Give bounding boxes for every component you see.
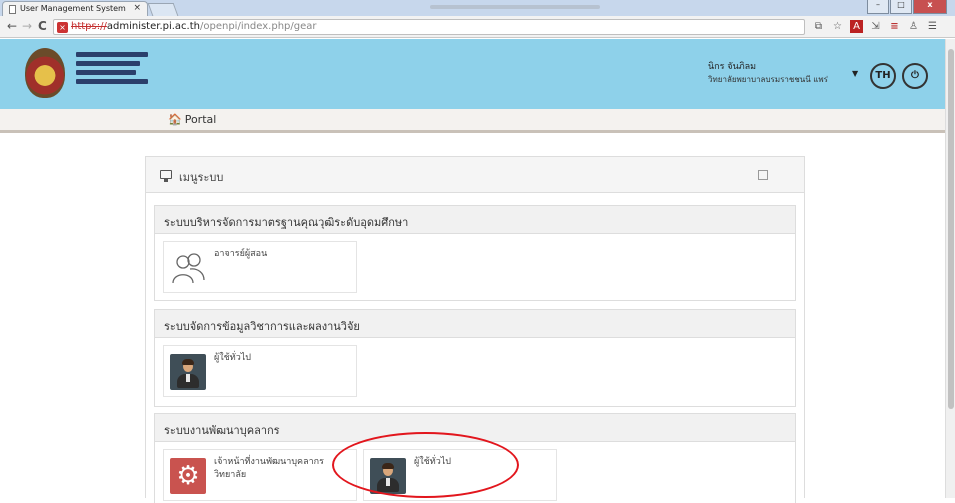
browser-toolbar: ← → C × https://administer.pi.ac.th/open… — [0, 16, 955, 38]
document-icon — [9, 5, 16, 14]
power-icon[interactable]: ⏻ — [902, 63, 928, 89]
back-button[interactable]: ← — [7, 19, 17, 33]
reload-button[interactable]: C — [38, 19, 47, 33]
institute-logo — [25, 48, 65, 98]
window-title-blurred — [430, 5, 600, 9]
panel-title: เมนูระบบ — [179, 171, 224, 184]
account-icon[interactable]: ♙ — [907, 20, 920, 33]
new-tab-button[interactable] — [147, 3, 179, 16]
people-icon — [172, 253, 205, 284]
home-icon: 🏠 — [168, 113, 182, 126]
browser-tab-strip: User Management System × – □ x — [0, 0, 955, 17]
abbyy-icon[interactable]: ≡ — [888, 20, 901, 33]
card-label-line2: วิทยาลัย — [214, 470, 247, 480]
section-academic: ระบบจัดการข้อมูลวิชาการและผลงานวิจัย ผู้… — [154, 309, 796, 407]
section-title: ระบบบริหารจัดการมาตรฐานคุณวุฒิระดับอุดมศ… — [155, 206, 795, 234]
card-hr-staff[interactable]: ⚙ เจ้าหน้าที่งานพัฒนาบุคลากร วิทยาลัย — [163, 449, 357, 501]
maximize-button[interactable]: □ — [890, 0, 912, 14]
scrollbar-thumb[interactable] — [948, 49, 954, 409]
monitor-icon — [160, 170, 172, 182]
url-bar[interactable]: × https://administer.pi.ac.th/openpi/ind… — [53, 19, 805, 35]
panel-header: เมนูระบบ — [146, 157, 804, 193]
extensions-icon[interactable]: ⧉ — [812, 20, 825, 33]
app-header: นิกร จันภิลม วิทยาลัยพยาบาลบรมราชชนนี แพ… — [0, 39, 955, 109]
card-general-user[interactable]: ผู้ใช้ทั่วไป — [163, 345, 357, 397]
tool-icon[interactable]: ⇲ — [869, 20, 882, 33]
person-icon — [170, 354, 206, 390]
browser-extensions: ⧉ ☆ A ⇲ ≡ ♙ ☰ — [812, 20, 939, 33]
copy-icon[interactable] — [758, 170, 768, 180]
close-tab-icon[interactable]: × — [133, 3, 141, 13]
insecure-lock-icon: × — [57, 22, 68, 33]
menu-icon[interactable]: ☰ — [926, 20, 939, 33]
user-college: วิทยาลัยพยาบาลบรมราชชนนี แพร่ — [708, 75, 828, 84]
section-title: ระบบจัดการข้อมูลวิชาการและผลงานวิจัย — [155, 310, 795, 338]
language-button[interactable]: TH — [870, 63, 896, 89]
url-scheme: https:// — [71, 21, 107, 32]
window-controls: – □ x — [867, 0, 947, 14]
browser-tab-title: User Management System — [20, 4, 126, 13]
star-icon[interactable]: ☆ — [831, 20, 844, 33]
card-label: เจ้าหน้าที่งานพัฒนาบุคลากร — [214, 457, 324, 467]
breadcrumb-label: Portal — [184, 113, 217, 126]
pdf-icon[interactable]: A — [850, 20, 863, 33]
card-label: อาจารย์ผู้สอน — [214, 249, 268, 259]
card-instructor[interactable]: อาจารย์ผู้สอน — [163, 241, 357, 293]
chevron-down-icon[interactable]: ▼ — [852, 69, 858, 78]
gear-icon: ⚙ — [170, 458, 206, 494]
forward-button[interactable]: → — [22, 19, 32, 33]
url-path: /openpi/index.php/gear — [200, 21, 317, 32]
institute-name — [76, 52, 148, 88]
section-tqf: ระบบบริหารจัดการมาตรฐานคุณวุฒิระดับอุดมศ… — [154, 205, 796, 301]
browser-tab[interactable]: User Management System × — [2, 1, 148, 17]
page-scrollbar[interactable] — [945, 39, 955, 498]
card-label: ผู้ใช้ทั่วไป — [214, 353, 252, 363]
minimize-button[interactable]: – — [867, 0, 889, 14]
url-host: administer.pi.ac.th — [106, 21, 200, 32]
close-window-button[interactable]: x — [913, 0, 947, 14]
highlight-annotation — [332, 432, 519, 498]
breadcrumb: 🏠 Portal — [0, 109, 955, 133]
breadcrumb-portal[interactable]: 🏠 Portal — [168, 113, 216, 126]
user-name: นิกร จันภิลม — [708, 62, 757, 72]
